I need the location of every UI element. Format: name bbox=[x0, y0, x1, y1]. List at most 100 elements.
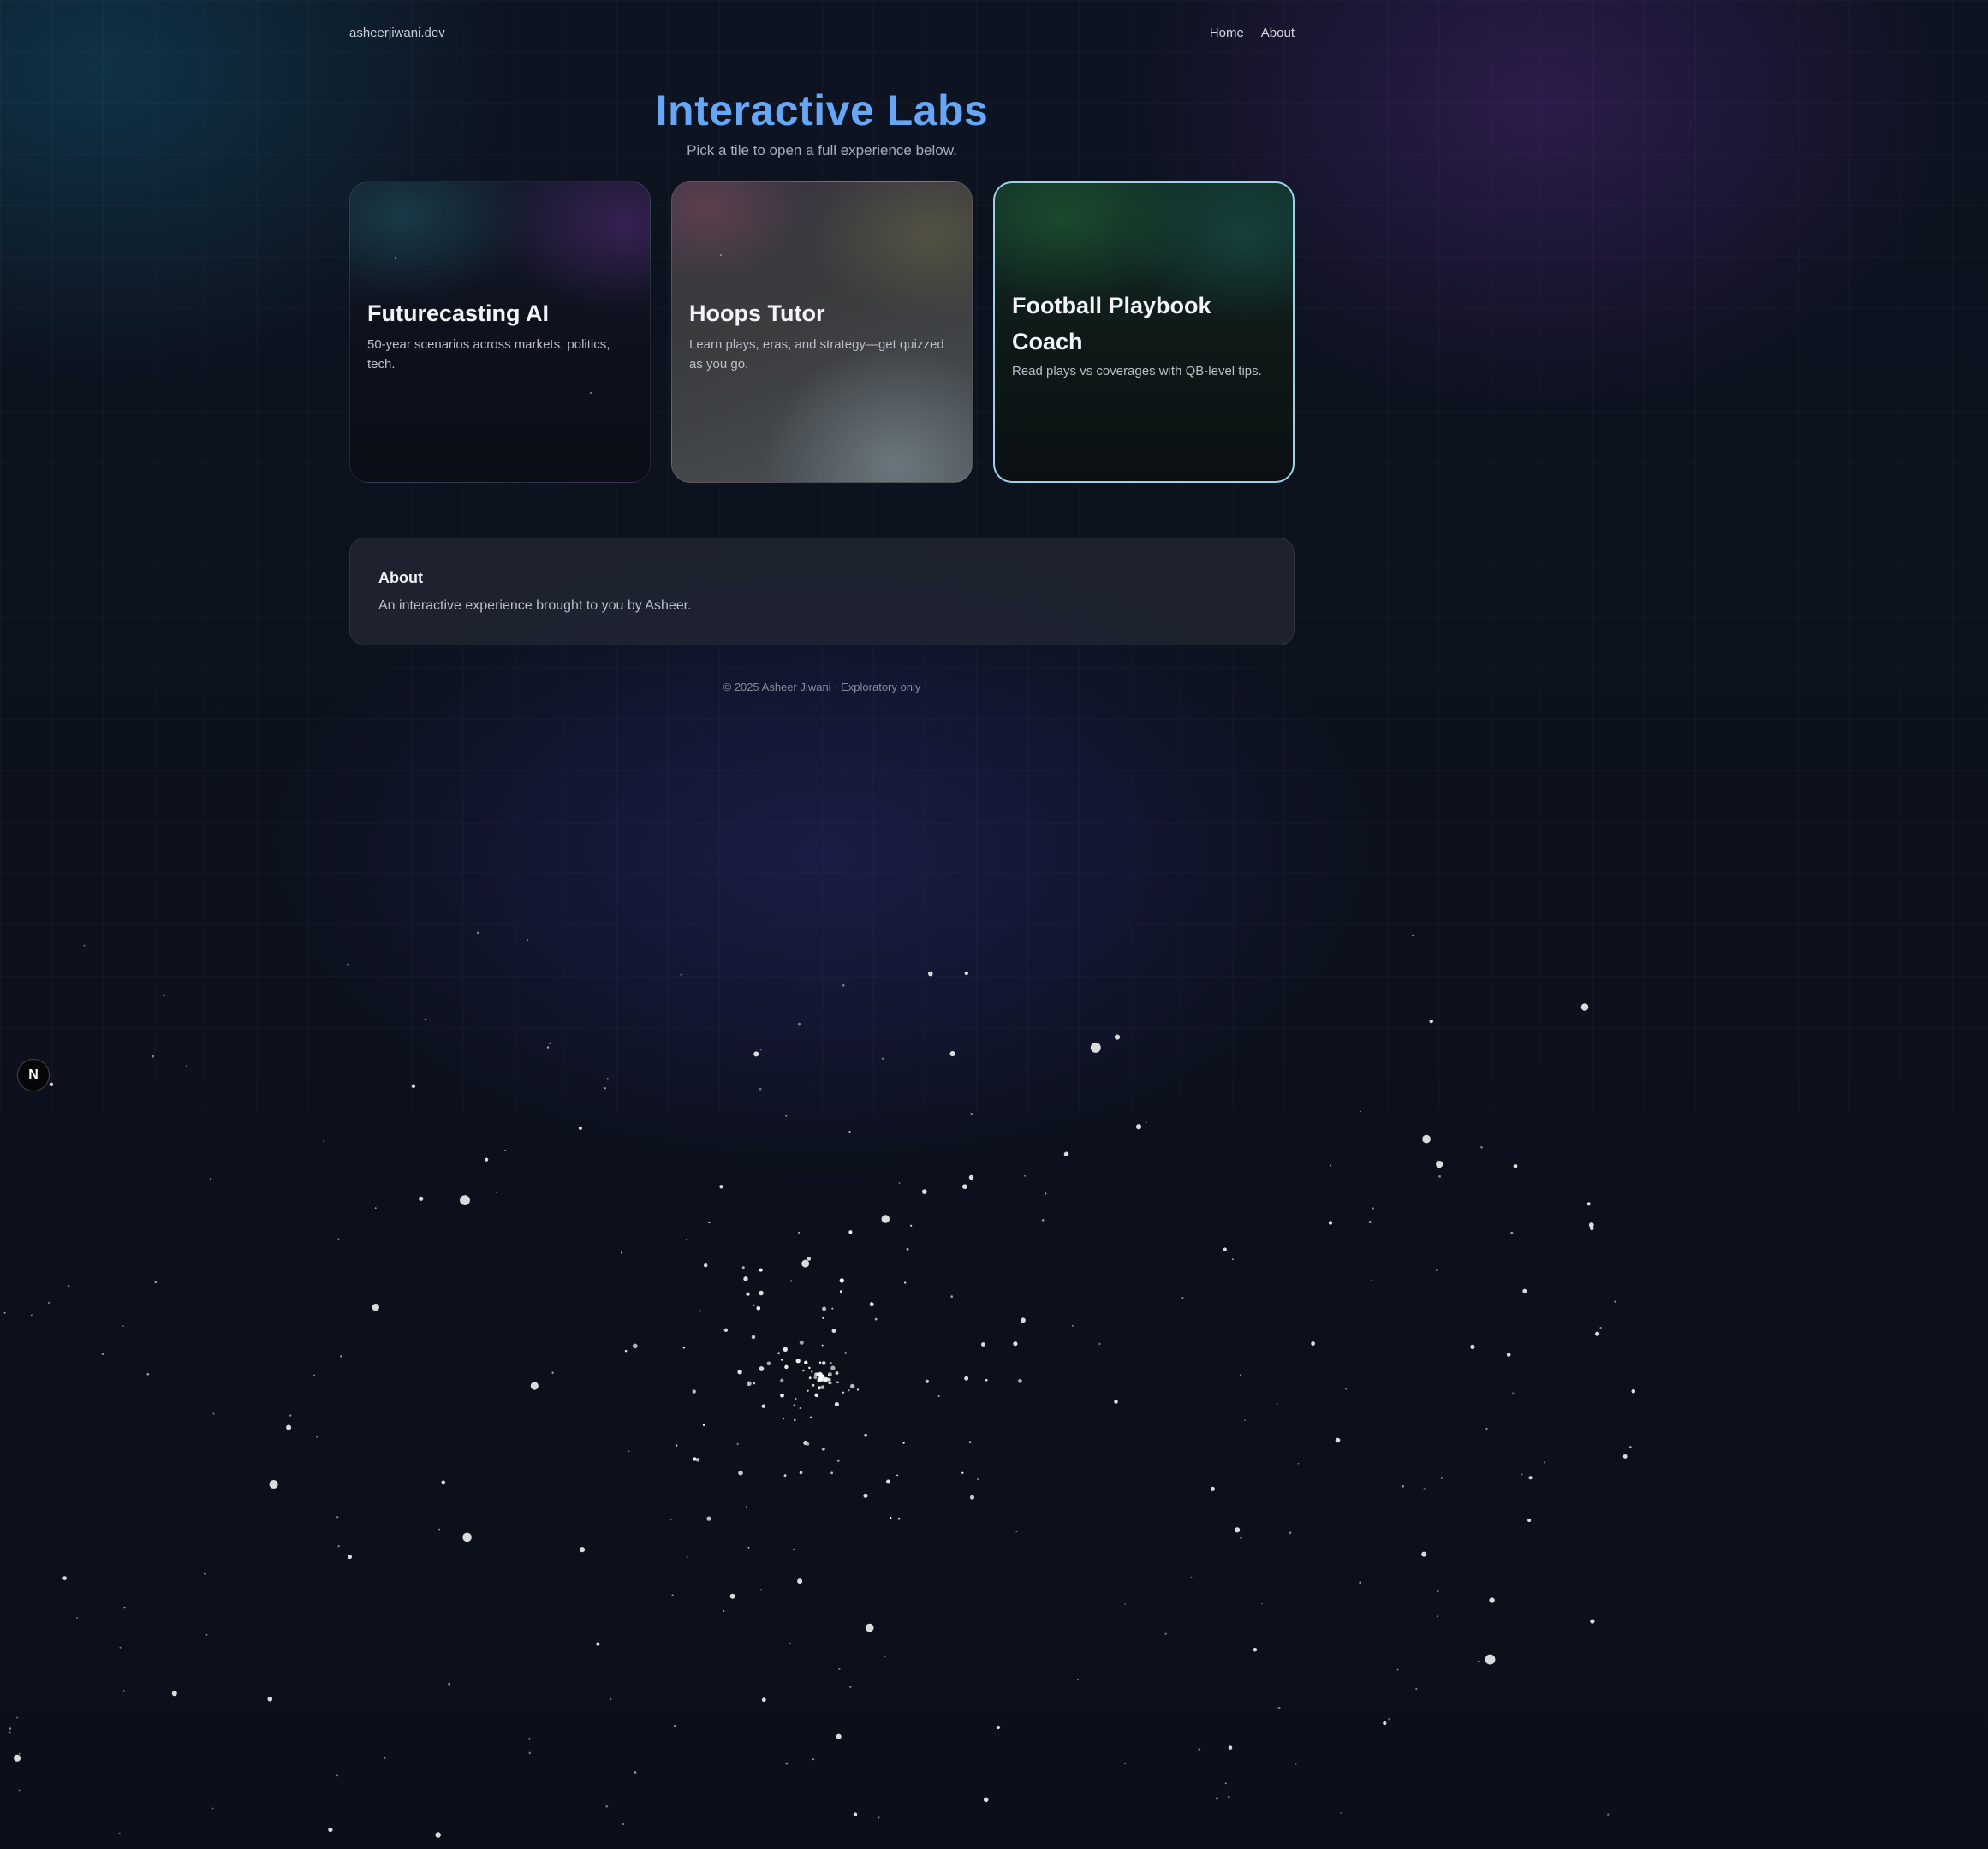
star-dot bbox=[18, 1789, 21, 1792]
star-dot bbox=[316, 1436, 318, 1438]
star-dot bbox=[101, 1353, 104, 1355]
star-dot bbox=[1440, 1477, 1443, 1479]
star-dot bbox=[878, 1816, 880, 1819]
star-dot bbox=[830, 1365, 836, 1370]
star-dot bbox=[806, 1442, 810, 1446]
star-dot bbox=[985, 1378, 988, 1382]
star-dot bbox=[578, 1126, 582, 1130]
star-dot bbox=[811, 1084, 813, 1086]
star-dot bbox=[336, 1516, 339, 1519]
star-dot bbox=[435, 1832, 441, 1838]
star-dot bbox=[16, 1716, 19, 1719]
star-dot bbox=[62, 1576, 67, 1580]
star-dot bbox=[1239, 1374, 1241, 1376]
star-dot bbox=[1260, 1602, 1263, 1605]
tile-description: Learn plays, eras, and strategy—get quiz… bbox=[689, 337, 944, 372]
star-dot bbox=[977, 1478, 979, 1481]
star-dot bbox=[761, 1697, 766, 1703]
star-dot bbox=[1330, 1164, 1332, 1167]
star-dot bbox=[822, 1316, 825, 1319]
star-dot bbox=[495, 1192, 497, 1193]
star-dot bbox=[839, 1278, 844, 1283]
star-dot bbox=[828, 1374, 830, 1376]
star-dot bbox=[738, 1470, 743, 1476]
star-dot bbox=[795, 1397, 797, 1400]
star-dot bbox=[606, 1078, 609, 1080]
star-dot bbox=[1470, 1344, 1475, 1350]
star-dot bbox=[122, 1690, 125, 1692]
star-dot bbox=[620, 1251, 623, 1254]
star-dot bbox=[680, 973, 682, 976]
star-dot bbox=[968, 1441, 972, 1443]
star-dot bbox=[842, 1391, 845, 1394]
star-dot bbox=[809, 1416, 812, 1418]
star-dot bbox=[849, 1383, 855, 1389]
tile-speck bbox=[720, 254, 722, 256]
star-dot bbox=[1412, 934, 1414, 936]
about-card: About An interactive experience brought … bbox=[349, 538, 1295, 645]
star-dot bbox=[706, 1516, 711, 1521]
star-dot bbox=[996, 1725, 1001, 1730]
tile-futurecasting-ai[interactable]: Futurecasting AI 50-year scenarios acros… bbox=[349, 181, 651, 483]
star-dot bbox=[622, 1822, 625, 1826]
star-dot bbox=[828, 1382, 830, 1384]
star-dot bbox=[1090, 1042, 1101, 1053]
star-dot bbox=[853, 1812, 858, 1816]
star-dot bbox=[1335, 1437, 1341, 1443]
star-dot bbox=[1580, 1003, 1589, 1011]
star-dot bbox=[211, 1807, 214, 1810]
n-badge-icon: N bbox=[28, 1067, 39, 1082]
star-dot bbox=[504, 1150, 507, 1152]
star-dot bbox=[1436, 1160, 1443, 1168]
star-dot bbox=[884, 1655, 886, 1658]
star-dot bbox=[904, 1281, 907, 1284]
star-dot bbox=[1622, 1454, 1628, 1459]
star-dot bbox=[834, 1401, 839, 1407]
star-dot bbox=[1438, 1175, 1441, 1178]
star-dot bbox=[1215, 1797, 1218, 1800]
star-dot bbox=[1071, 1324, 1074, 1327]
star-dot bbox=[793, 1418, 796, 1422]
site-name-link[interactable]: asheerjiwani.dev bbox=[349, 26, 445, 40]
star-dot bbox=[801, 1259, 810, 1268]
tile-football-playbook-coach[interactable]: Football Playbook Coach Read plays vs co… bbox=[993, 181, 1295, 483]
star-dot bbox=[411, 1084, 416, 1088]
star-dot bbox=[624, 1349, 628, 1353]
star-dot bbox=[1223, 1247, 1227, 1251]
star-dot bbox=[462, 1532, 472, 1543]
star-dot bbox=[337, 1238, 340, 1240]
star-dot bbox=[766, 1361, 771, 1366]
star-dot bbox=[269, 1479, 278, 1489]
star-dot bbox=[8, 1731, 11, 1734]
n-badge-button[interactable]: N bbox=[17, 1059, 50, 1091]
star-dot bbox=[870, 1302, 873, 1305]
star-dot bbox=[1588, 1222, 1594, 1228]
page-title: Interactive Labs bbox=[655, 86, 989, 134]
star-dot bbox=[723, 1609, 725, 1612]
nav-link-home[interactable]: Home bbox=[1210, 26, 1244, 40]
star-dot bbox=[793, 1404, 796, 1407]
tile-description: 50-year scenarios across markets, politi… bbox=[367, 337, 610, 372]
star-dot bbox=[799, 1340, 804, 1345]
star-dot bbox=[950, 1295, 954, 1298]
star-dot bbox=[203, 1572, 206, 1575]
star-dot bbox=[736, 1442, 739, 1446]
star-dot bbox=[286, 1424, 292, 1430]
tile-hoops-tutor[interactable]: Hoops Tutor Learn plays, eras, and strat… bbox=[671, 181, 973, 483]
star-dot bbox=[865, 1623, 874, 1632]
star-dot bbox=[824, 1376, 829, 1382]
star-dot bbox=[76, 1616, 79, 1619]
star-dot bbox=[808, 1376, 812, 1380]
star-dot bbox=[759, 1589, 763, 1591]
nav-link-about[interactable]: About bbox=[1261, 26, 1295, 40]
star-dot bbox=[9, 1727, 12, 1730]
tile-description: Read plays vs coverages with QB-level ti… bbox=[1012, 364, 1262, 378]
star-dot bbox=[119, 1646, 122, 1649]
star-dot bbox=[818, 1372, 823, 1376]
star-dot bbox=[830, 1471, 834, 1475]
star-dot bbox=[1311, 1341, 1315, 1346]
star-dot bbox=[822, 1306, 827, 1311]
star-dot bbox=[780, 1393, 784, 1398]
star-dot bbox=[83, 944, 86, 947]
star-dot bbox=[171, 1691, 177, 1697]
